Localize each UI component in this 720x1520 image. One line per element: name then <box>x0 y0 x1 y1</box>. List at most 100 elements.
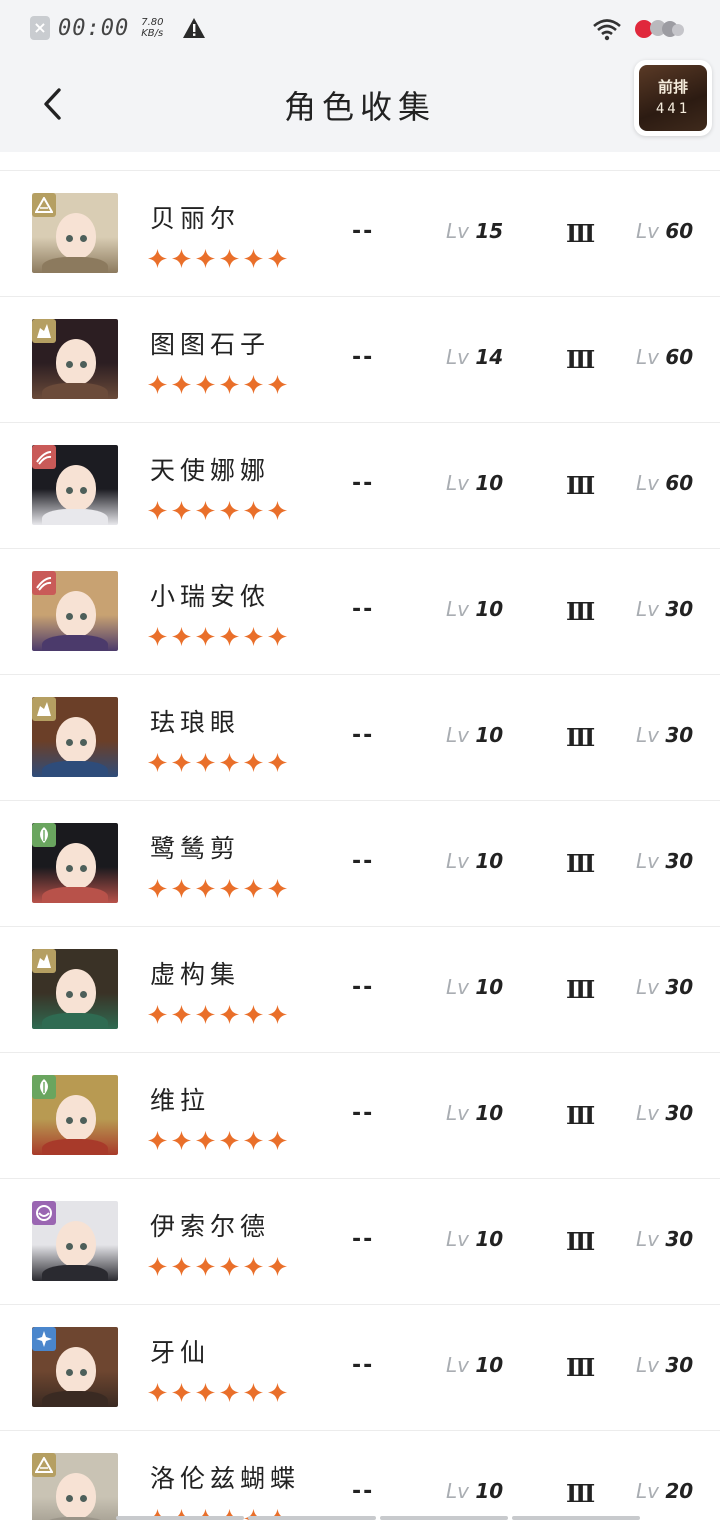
network-speed-value: 7.80 <box>141 17 164 28</box>
leaf-icon <box>32 1075 56 1099</box>
max-level: Lv 60 <box>636 471 693 495</box>
character-avatar <box>32 949 118 1029</box>
character-portrait-face <box>56 717 96 763</box>
rarity-star-icon <box>171 374 192 395</box>
character-avatar <box>32 1201 118 1281</box>
rarity-star-icon <box>219 1130 240 1151</box>
character-row[interactable]: 小瑞安侬 -- Lv 10 Ⅲ Lv 30 <box>0 549 720 675</box>
character-portrait-face <box>56 213 96 259</box>
max-level-value: 60 <box>665 471 694 495</box>
character-portrait-eye <box>66 1117 73 1124</box>
max-level-prefix: Lv <box>636 471 659 495</box>
character-avatar <box>32 319 118 399</box>
rarity-stars <box>146 499 289 522</box>
rarity-star-icon <box>195 248 216 269</box>
rarity-star-icon <box>243 374 264 395</box>
character-portrait-eye <box>80 613 87 620</box>
insight-rank: Ⅲ <box>566 1227 596 1256</box>
rarity-star-icon <box>267 248 288 269</box>
leaf-icon <box>32 823 56 847</box>
rarity-star-icon <box>195 1004 216 1025</box>
character-row[interactable]: 珐琅眼 -- Lv 10 Ⅲ Lv 30 <box>0 675 720 801</box>
character-list[interactable]: 贝丽尔 -- Lv 15 Ⅲ Lv 60 图图石子 -- Lv 14 Ⅲ Lv 60 天使娜娜 -- L… <box>0 152 720 1520</box>
floating-window-badge[interactable]: 前排 441 <box>634 60 712 136</box>
rarity-star-icon <box>171 1256 192 1277</box>
level-value: 10 <box>475 1353 504 1377</box>
rock-icon <box>32 949 56 973</box>
max-level: Lv 20 <box>636 1479 693 1503</box>
insight-rank: Ⅲ <box>566 597 596 626</box>
character-portrait-face <box>56 1095 96 1141</box>
character-portrait-face <box>56 1347 96 1393</box>
wind-icon <box>32 571 56 595</box>
max-level-value: 20 <box>665 1479 694 1503</box>
max-level-prefix: Lv <box>636 1101 659 1125</box>
rarity-star-icon <box>219 248 240 269</box>
rarity-star-icon <box>243 1004 264 1025</box>
character-level: Lv 10 <box>446 975 503 999</box>
rarity-star-icon <box>147 752 168 773</box>
level-value: 10 <box>475 471 504 495</box>
status-left: × 00:00 7.80 KB/s <box>30 14 206 42</box>
character-row[interactable]: 图图石子 -- Lv 14 Ⅲ Lv 60 <box>0 297 720 423</box>
character-level: Lv 10 <box>446 471 503 495</box>
character-portrait-outfit <box>42 509 108 525</box>
character-level: Lv 14 <box>446 345 503 369</box>
character-name: 小瑞安侬 <box>150 582 271 611</box>
rarity-star-icon <box>195 1130 216 1151</box>
character-row[interactable]: 天使娜娜 -- Lv 10 Ⅲ Lv 60 <box>0 423 720 549</box>
insight-rank: Ⅲ <box>566 975 596 1004</box>
level-value: 14 <box>475 345 504 369</box>
character-name: 洛伦兹蝴蝶 <box>150 1464 301 1493</box>
rarity-stars <box>146 1381 289 1404</box>
character-portrait-eye <box>66 235 73 242</box>
character-portrait-eye <box>66 865 73 872</box>
rarity-star-icon <box>219 1256 240 1277</box>
mountain-icon <box>32 1453 56 1477</box>
character-name: 维拉 <box>150 1086 211 1115</box>
status-time: 00:00 <box>58 15 130 41</box>
rarity-star-icon <box>267 374 288 395</box>
rarity-star-icon <box>267 626 288 647</box>
insight-rank: Ⅲ <box>566 219 596 248</box>
rarity-star-icon <box>243 626 264 647</box>
character-avatar <box>32 193 118 273</box>
character-row[interactable]: 鹭鸶剪 -- Lv 10 Ⅲ Lv 30 <box>0 801 720 927</box>
character-portrait-eye <box>66 991 73 998</box>
warning-icon <box>182 18 205 38</box>
rarity-star-icon <box>147 878 168 899</box>
page-header: 角色收集 前排 441 <box>0 56 720 152</box>
rarity-star-icon <box>147 500 168 521</box>
character-stat-placeholder: -- <box>352 849 375 874</box>
scrollbar-segment <box>248 1516 376 1520</box>
rarity-star-icon <box>195 1382 216 1403</box>
level-value: 10 <box>475 1479 504 1503</box>
rarity-star-icon <box>171 1004 192 1025</box>
rarity-star-icon <box>147 248 168 269</box>
max-level-prefix: Lv <box>636 723 659 747</box>
rarity-star-icon <box>195 1256 216 1277</box>
character-name: 珐琅眼 <box>150 708 241 737</box>
character-row[interactable]: 洛伦兹蝴蝶 -- Lv 10 Ⅲ Lv 20 <box>0 1431 720 1520</box>
level-prefix: Lv <box>446 849 469 873</box>
max-level-value: 30 <box>665 849 694 873</box>
rarity-star-icon <box>147 374 168 395</box>
notification-cluster-icon <box>635 20 684 38</box>
max-level: Lv 30 <box>636 1101 693 1125</box>
rarity-star-icon <box>147 1382 168 1403</box>
rarity-star-icon <box>171 752 192 773</box>
character-row[interactable]: 维拉 -- Lv 10 Ⅲ Lv 30 <box>0 1053 720 1179</box>
character-row[interactable]: 伊索尔德 -- Lv 10 Ⅲ Lv 30 <box>0 1179 720 1305</box>
character-row[interactable]: 贝丽尔 -- Lv 15 Ⅲ Lv 60 <box>0 171 720 297</box>
rarity-star-icon <box>243 878 264 899</box>
character-name: 伊索尔德 <box>150 1212 271 1241</box>
character-level: Lv 10 <box>446 1227 503 1251</box>
max-level-prefix: Lv <box>636 219 659 243</box>
max-level-value: 30 <box>665 723 694 747</box>
character-row[interactable]: 虚构集 -- Lv 10 Ⅲ Lv 30 <box>0 927 720 1053</box>
character-row[interactable]: 牙仙 -- Lv 10 Ⅲ Lv 30 <box>0 1305 720 1431</box>
horizontal-scrollbar[interactable] <box>116 1516 640 1520</box>
rarity-stars <box>146 1255 289 1278</box>
rarity-star-icon <box>219 626 240 647</box>
rarity-star-icon <box>219 752 240 773</box>
